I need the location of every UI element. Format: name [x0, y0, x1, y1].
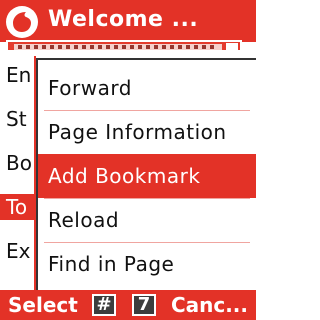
popup-menu: Forward Page Information Add Bookmark Re… — [36, 58, 256, 290]
background-menu-item[interactable]: St — [6, 106, 27, 132]
popup-menu-item-find-in-page[interactable]: Find in Page — [38, 242, 256, 286]
background-menu: En St Bo To Ex — [0, 56, 36, 290]
popup-menu-item-add-bookmark[interactable]: Add Bookmark — [38, 154, 256, 198]
address-bar[interactable] — [6, 40, 242, 52]
popup-menu-item-reload[interactable]: Reload — [38, 198, 256, 242]
select-softkey[interactable]: Select — [8, 290, 78, 320]
background-menu-item[interactable]: Bo — [6, 150, 32, 176]
popup-menu-item-forward[interactable]: Forward — [38, 66, 256, 110]
address-bar-end — [226, 43, 238, 51]
hash-key-indicator: # — [92, 294, 116, 316]
softkey-bar: Select # 7 Canc... — [0, 290, 256, 320]
title-bar: Welcome ... — [0, 0, 256, 42]
vodafone-logo-icon — [6, 6, 38, 38]
cancel-softkey[interactable]: Canc... — [171, 290, 248, 320]
address-text-placeholder — [18, 45, 218, 49]
background-menu-item[interactable]: En — [6, 62, 31, 88]
window-title: Welcome ... — [48, 7, 199, 32]
background-menu-item[interactable]: Ex — [6, 238, 30, 264]
popup-menu-item-page-information[interactable]: Page Information — [38, 110, 256, 154]
seven-key-indicator: 7 — [132, 294, 156, 316]
background-menu-item-selected[interactable]: To — [0, 194, 36, 220]
